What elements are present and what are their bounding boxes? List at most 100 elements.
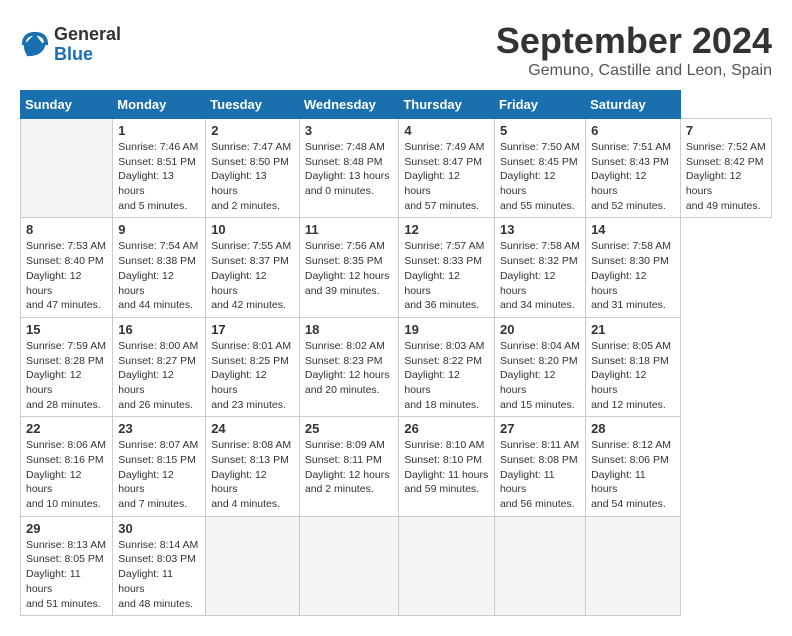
day-info: Sunrise: 8:11 AMSunset: 8:08 PMDaylight:…: [500, 438, 580, 511]
day-number: 28: [591, 421, 675, 436]
logo: General Blue: [20, 25, 121, 65]
day-number: 25: [305, 421, 394, 436]
calendar-day-cell: 9 Sunrise: 7:54 AMSunset: 8:38 PMDaylight…: [113, 218, 206, 317]
calendar-day-cell: 17 Sunrise: 8:01 AMSunset: 8:25 PMDayligh…: [206, 317, 300, 416]
calendar-week-row: 1 Sunrise: 7:46 AMSunset: 8:51 PMDaylight…: [21, 119, 772, 218]
calendar-day-cell: 30Sunrise: 8:14 AMSunset: 8:03 PMDayligh…: [113, 516, 206, 615]
calendar-day-cell: [399, 516, 495, 615]
day-info: Sunrise: 8:10 AMSunset: 8:10 PMDaylight:…: [404, 438, 489, 497]
day-number: 19: [404, 322, 489, 337]
day-info: Sunrise: 7:59 AMSunset: 8:28 PMDaylight:…: [26, 339, 107, 412]
calendar-day-cell: 5Sunrise: 7:50 AMSunset: 8:45 PMDaylight…: [494, 119, 585, 218]
calendar-day-cell: 10 Sunrise: 7:55 AMSunset: 8:37 PMDayligh…: [206, 218, 300, 317]
calendar-day-cell: 11 Sunrise: 7:56 AMSunset: 8:35 PMDayligh…: [299, 218, 399, 317]
calendar-week-row: 22Sunrise: 8:06 AMSunset: 8:16 PMDayligh…: [21, 417, 772, 516]
calendar-day-cell: 6 Sunrise: 7:51 AMSunset: 8:43 PMDaylight…: [586, 119, 681, 218]
day-info: Sunrise: 8:12 AMSunset: 8:06 PMDaylight:…: [591, 438, 675, 511]
calendar-day-cell: 26Sunrise: 8:10 AMSunset: 8:10 PMDayligh…: [399, 417, 495, 516]
calendar-day-cell: 4Sunrise: 7:49 AMSunset: 8:47 PMDaylight…: [399, 119, 495, 218]
calendar-day-cell: 14Sunrise: 7:58 AMSunset: 8:30 PMDayligh…: [586, 218, 681, 317]
day-number: 4: [404, 123, 489, 138]
day-number: 30: [118, 521, 200, 536]
calendar-day-cell: [494, 516, 585, 615]
calendar-day-cell: 20 Sunrise: 8:04 AMSunset: 8:20 PMDayligh…: [494, 317, 585, 416]
title-block: September 2024 Gemuno, Castille and Leon…: [496, 20, 772, 80]
day-info: Sunrise: 8:01 AMSunset: 8:25 PMDaylight:…: [211, 339, 294, 412]
weekday-header: Monday: [113, 91, 206, 119]
day-info: Sunrise: 8:13 AMSunset: 8:05 PMDaylight:…: [26, 538, 107, 611]
day-info: Sunrise: 7:54 AMSunset: 8:38 PMDaylight:…: [118, 239, 200, 312]
day-number: 23: [118, 421, 200, 436]
calendar-day-cell: 2 Sunrise: 7:47 AMSunset: 8:50 PMDaylight…: [206, 119, 300, 218]
calendar-day-cell: 27 Sunrise: 8:11 AMSunset: 8:08 PMDayligh…: [494, 417, 585, 516]
day-info: Sunrise: 8:05 AMSunset: 8:18 PMDaylight:…: [591, 339, 675, 412]
day-number: 9: [118, 222, 200, 237]
day-number: 8: [26, 222, 107, 237]
day-number: 16: [118, 322, 200, 337]
day-info: Sunrise: 7:55 AMSunset: 8:37 PMDaylight:…: [211, 239, 294, 312]
day-info: Sunrise: 7:57 AMSunset: 8:33 PMDaylight:…: [404, 239, 489, 312]
day-info: Sunrise: 8:08 AMSunset: 8:13 PMDaylight:…: [211, 438, 294, 511]
logo-text: General Blue: [54, 25, 121, 65]
calendar-day-cell: 29 Sunrise: 8:13 AMSunset: 8:05 PMDayligh…: [21, 516, 113, 615]
day-info: Sunrise: 7:47 AMSunset: 8:50 PMDaylight:…: [211, 140, 294, 213]
weekday-header: Tuesday: [206, 91, 300, 119]
calendar-day-cell: [206, 516, 300, 615]
calendar-day-cell: 15 Sunrise: 7:59 AMSunset: 8:28 PMDayligh…: [21, 317, 113, 416]
day-number: 20: [500, 322, 580, 337]
calendar-day-cell: 18Sunrise: 8:02 AMSunset: 8:23 PMDayligh…: [299, 317, 399, 416]
calendar-day-cell: 12 Sunrise: 7:57 AMSunset: 8:33 PMDayligh…: [399, 218, 495, 317]
calendar-day-cell: 1 Sunrise: 7:46 AMSunset: 8:51 PMDaylight…: [113, 119, 206, 218]
calendar-day-cell: 3Sunrise: 7:48 AMSunset: 8:48 PMDaylight…: [299, 119, 399, 218]
calendar-week-row: 8 Sunrise: 7:53 AMSunset: 8:40 PMDaylight…: [21, 218, 772, 317]
day-info: Sunrise: 8:06 AMSunset: 8:16 PMDaylight:…: [26, 438, 107, 511]
day-number: 1: [118, 123, 200, 138]
day-info: Sunrise: 7:51 AMSunset: 8:43 PMDaylight:…: [591, 140, 675, 213]
weekday-header: Wednesday: [299, 91, 399, 119]
day-number: 17: [211, 322, 294, 337]
day-number: 3: [305, 123, 394, 138]
calendar-header-row: SundayMondayTuesdayWednesdayThursdayFrid…: [21, 91, 772, 119]
calendar-day-cell: 16 Sunrise: 8:00 AMSunset: 8:27 PMDayligh…: [113, 317, 206, 416]
weekday-header: Thursday: [399, 91, 495, 119]
day-number: 6: [591, 123, 675, 138]
calendar-day-cell: [21, 119, 113, 218]
day-number: 14: [591, 222, 675, 237]
day-info: Sunrise: 7:53 AMSunset: 8:40 PMDaylight:…: [26, 239, 107, 312]
day-info: Sunrise: 8:09 AMSunset: 8:11 PMDaylight:…: [305, 438, 394, 497]
day-number: 13: [500, 222, 580, 237]
day-number: 15: [26, 322, 107, 337]
day-number: 27: [500, 421, 580, 436]
day-number: 2: [211, 123, 294, 138]
day-info: Sunrise: 7:56 AMSunset: 8:35 PMDaylight:…: [305, 239, 394, 298]
calendar-week-row: 29 Sunrise: 8:13 AMSunset: 8:05 PMDayligh…: [21, 516, 772, 615]
weekday-header: Sunday: [21, 91, 113, 119]
weekday-header: Friday: [494, 91, 585, 119]
calendar-day-cell: [586, 516, 681, 615]
day-info: Sunrise: 8:00 AMSunset: 8:27 PMDaylight:…: [118, 339, 200, 412]
day-number: 24: [211, 421, 294, 436]
day-info: Sunrise: 8:07 AMSunset: 8:15 PMDaylight:…: [118, 438, 200, 511]
day-number: 12: [404, 222, 489, 237]
day-info: Sunrise: 8:03 AMSunset: 8:22 PMDaylight:…: [404, 339, 489, 412]
day-number: 10: [211, 222, 294, 237]
day-number: 11: [305, 222, 394, 237]
calendar-day-cell: 22Sunrise: 8:06 AMSunset: 8:16 PMDayligh…: [21, 417, 113, 516]
logo-icon: [20, 30, 50, 60]
day-info: Sunrise: 7:52 AMSunset: 8:42 PMDaylight:…: [686, 140, 766, 213]
calendar-day-cell: 21 Sunrise: 8:05 AMSunset: 8:18 PMDayligh…: [586, 317, 681, 416]
calendar-day-cell: 25 Sunrise: 8:09 AMSunset: 8:11 PMDayligh…: [299, 417, 399, 516]
day-number: 29: [26, 521, 107, 536]
day-info: Sunrise: 7:58 AMSunset: 8:32 PMDaylight:…: [500, 239, 580, 312]
location-title: Gemuno, Castille and Leon, Spain: [496, 62, 772, 80]
calendar-day-cell: 19 Sunrise: 8:03 AMSunset: 8:22 PMDayligh…: [399, 317, 495, 416]
calendar-day-cell: [299, 516, 399, 615]
calendar-week-row: 15 Sunrise: 7:59 AMSunset: 8:28 PMDayligh…: [21, 317, 772, 416]
calendar-day-cell: 8 Sunrise: 7:53 AMSunset: 8:40 PMDaylight…: [21, 218, 113, 317]
day-info: Sunrise: 7:46 AMSunset: 8:51 PMDaylight:…: [118, 140, 200, 213]
day-info: Sunrise: 8:04 AMSunset: 8:20 PMDaylight:…: [500, 339, 580, 412]
calendar-day-cell: 23 Sunrise: 8:07 AMSunset: 8:15 PMDayligh…: [113, 417, 206, 516]
calendar-day-cell: 7 Sunrise: 7:52 AMSunset: 8:42 PMDaylight…: [680, 119, 771, 218]
day-number: 7: [686, 123, 766, 138]
day-number: 21: [591, 322, 675, 337]
